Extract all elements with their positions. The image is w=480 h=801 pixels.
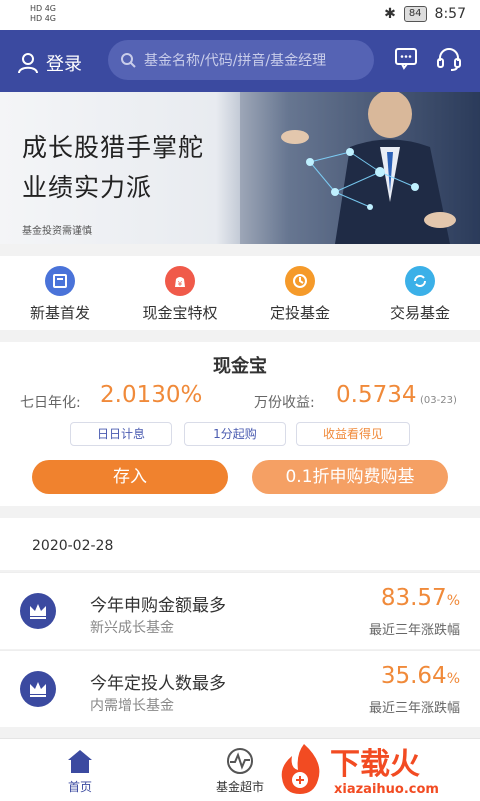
banner-headline: 成长股猎手掌舵 — [22, 133, 205, 162]
quick-item-label: 交易基金 — [389, 304, 450, 322]
income-date: (03-23) — [420, 395, 457, 406]
return-unit: % — [446, 671, 460, 687]
return-percent: 83.57% — [381, 585, 460, 611]
cash-treasure-card: 现金宝 七日年化: 2.0130% 万份收益: 0.5734 (03-23) 日… — [0, 342, 480, 506]
tab-home[interactable]: 首页 — [60, 747, 100, 795]
cash-bag-icon: ¥ — [165, 266, 195, 296]
return-percent: 35.64% — [381, 663, 460, 689]
bluetooth-icon: ✱ — [384, 6, 396, 22]
headset-icon[interactable] — [436, 46, 462, 76]
fund-name: 新兴成长基金 — [90, 620, 174, 636]
quick-item-label: 现金宝特权 — [142, 304, 218, 322]
svg-text:¥: ¥ — [178, 280, 183, 288]
per-10k-income-value: 0.5734 — [336, 382, 417, 408]
svg-text:下载火: 下载火 — [330, 747, 420, 782]
crown-icon — [20, 671, 56, 707]
quick-item-fixed-investment[interactable]: 定投基金 — [240, 256, 360, 330]
tab-label: 首页 — [67, 780, 92, 794]
risk-note: 基金投资需谨慎 — [22, 226, 92, 237]
promo-banner[interactable]: 成长股猎手掌舵 业绩实力派 基金投资需谨慎 — [0, 92, 480, 244]
fund-name: 内需增长基金 — [90, 698, 174, 714]
ranking-title: 今年定投人数最多 — [90, 674, 226, 694]
clock-icon — [285, 266, 315, 296]
signal-2: HD 4G — [30, 14, 57, 23]
signal-indicators: HD 4G HD 4G — [30, 4, 56, 24]
crown-icon — [20, 593, 56, 629]
svg-text:xiazaihuo.com: xiazaihuo.com — [334, 782, 439, 797]
seven-day-yield-label: 七日年化: — [20, 395, 81, 411]
login-button[interactable]: 登录 — [18, 50, 82, 76]
quick-entry-row: 新基首发 ¥ 现金宝特权 定投基金 交易基金 — [0, 256, 480, 330]
feature-tag: 1分起购 — [184, 422, 286, 446]
watermark-logo: 下载火 xiazaihuo.com — [281, 744, 439, 797]
feature-tag: 日日计息 — [70, 422, 172, 446]
seven-day-yield-value: 2.0130% — [100, 382, 203, 408]
new-fund-icon — [45, 266, 75, 296]
status-bar: HD 4G HD 4G ✱ 84 8:57 — [0, 0, 480, 30]
clock: 8:57 — [434, 6, 466, 22]
quick-item-label: 定投基金 — [269, 304, 330, 322]
quick-item-trade-fund[interactable]: 交易基金 — [360, 256, 480, 330]
ranking-item[interactable]: 今年申购金额最多 新兴成长基金 83.57% 最近三年涨跌幅 — [0, 572, 480, 649]
signal-1: HD 4G — [30, 4, 57, 13]
user-icon — [18, 53, 38, 73]
quick-item-new-fund[interactable]: 新基首发 — [0, 256, 120, 330]
tab-fund-market[interactable]: 基金超市 — [210, 747, 270, 795]
discount-purchase-button[interactable]: 0.1折申购费购基 — [252, 460, 448, 494]
banner-subheadline: 业绩实力派 — [22, 173, 153, 202]
chat-bubble-icon[interactable] — [394, 46, 418, 74]
quick-item-cash-privilege[interactable]: ¥ 现金宝特权 — [120, 256, 240, 330]
return-unit: % — [446, 593, 460, 609]
ranking-date-bar: 2020-02-28 — [0, 518, 480, 570]
tab-label: 基金超市 — [215, 780, 264, 794]
header-bar: 登录 基金名称/代码/拼音/基金经理 — [0, 30, 480, 92]
card-title[interactable]: 现金宝 — [0, 352, 480, 378]
battery-indicator: 84 — [403, 6, 427, 22]
return-caption: 最近三年涨跌幅 — [368, 623, 460, 638]
search-input[interactable]: 基金名称/代码/拼音/基金经理 — [108, 40, 374, 80]
search-icon — [121, 53, 136, 68]
login-label: 登录 — [46, 54, 82, 75]
quick-item-label: 新基首发 — [29, 304, 90, 322]
ranking-date: 2020-02-28 — [32, 538, 114, 554]
ranking-title: 今年申购金额最多 — [90, 596, 226, 616]
pulse-icon — [227, 748, 253, 774]
return-caption: 最近三年涨跌幅 — [368, 701, 460, 716]
feature-tag: 收益看得见 — [296, 422, 410, 446]
return-value: 35.64 — [380, 663, 447, 689]
per-10k-income-label: 万份收益: — [254, 395, 315, 411]
search-placeholder: 基金名称/代码/拼音/基金经理 — [144, 53, 327, 69]
return-value: 83.57 — [380, 585, 447, 611]
home-icon — [68, 750, 92, 773]
businessman-network-image — [240, 92, 480, 244]
deposit-button[interactable]: 存入 — [32, 460, 228, 494]
exchange-icon — [405, 266, 435, 296]
ranking-item[interactable]: 今年定投人数最多 内需增长基金 35.64% 最近三年涨跌幅 — [0, 650, 480, 727]
